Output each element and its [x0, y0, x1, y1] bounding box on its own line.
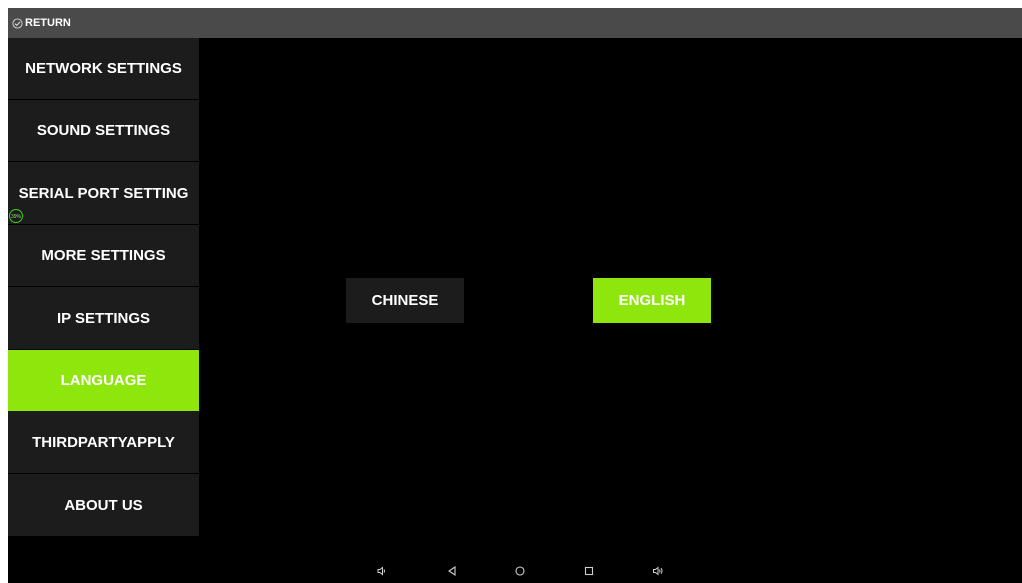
- sidebar-item-serial-port-setting[interactable]: SERIAL PORT SETTING: [8, 163, 199, 225]
- sidebar-item-label: THIRDPARTYAPPLY: [32, 434, 175, 451]
- sidebar-item-network-settings[interactable]: NETWORK SETTINGS: [8, 38, 199, 100]
- settings-sidebar: NETWORK SETTINGS SOUND SETTINGS SERIAL P…: [8, 38, 199, 536]
- volume-down-icon[interactable]: [375, 564, 389, 578]
- language-option-label: ENGLISH: [618, 292, 686, 309]
- settings-screen: RETURN NETWORK SETTINGS SOUND SETTINGS S…: [8, 8, 1022, 583]
- sidebar-item-language[interactable]: LANGUAGE: [8, 350, 199, 411]
- volume-up-icon[interactable]: [651, 564, 665, 578]
- back-icon[interactable]: [445, 564, 459, 578]
- sidebar-item-label: IP SETTINGS: [56, 310, 151, 327]
- divider: [8, 473, 199, 474]
- divider: [8, 161, 199, 162]
- divider: [8, 286, 199, 287]
- sidebar-item-label: ABOUT US: [64, 497, 143, 514]
- system-navigation-bar: [8, 561, 1022, 583]
- sidebar-item-label: SOUND SETTINGS: [36, 122, 171, 139]
- sidebar-item-ip-settings[interactable]: IP SETTINGS: [8, 288, 199, 350]
- home-icon[interactable]: [513, 564, 527, 578]
- english-language-button[interactable]: ENGLISH: [593, 278, 711, 323]
- sidebar-item-label: NETWORK SETTINGS: [25, 60, 182, 77]
- check-circle-icon: [12, 17, 23, 29]
- return-button[interactable]: RETURN: [12, 8, 71, 38]
- recents-icon[interactable]: [582, 564, 596, 578]
- sidebar-item-label: MORE SETTINGS: [41, 247, 166, 264]
- sidebar-item-about-us[interactable]: ABOUT US: [8, 475, 199, 536]
- sidebar-item-sound-settings[interactable]: SOUND SETTINGS: [8, 100, 199, 162]
- sidebar-item-label: LANGUAGE: [60, 372, 147, 389]
- chinese-language-button[interactable]: CHINESE: [346, 278, 464, 323]
- top-bar: RETURN: [8, 8, 1022, 38]
- sidebar-item-label: SERIAL PORT SETTING: [18, 185, 189, 202]
- sidebar-item-thirdpartyapply[interactable]: THIRDPARTYAPPLY: [8, 412, 199, 474]
- floating-progress-badge[interactable]: 39%: [9, 209, 23, 223]
- language-option-label: CHINESE: [371, 292, 439, 309]
- sidebar-item-more-settings[interactable]: MORE SETTINGS: [8, 225, 199, 287]
- return-label: RETURN: [25, 17, 71, 29]
